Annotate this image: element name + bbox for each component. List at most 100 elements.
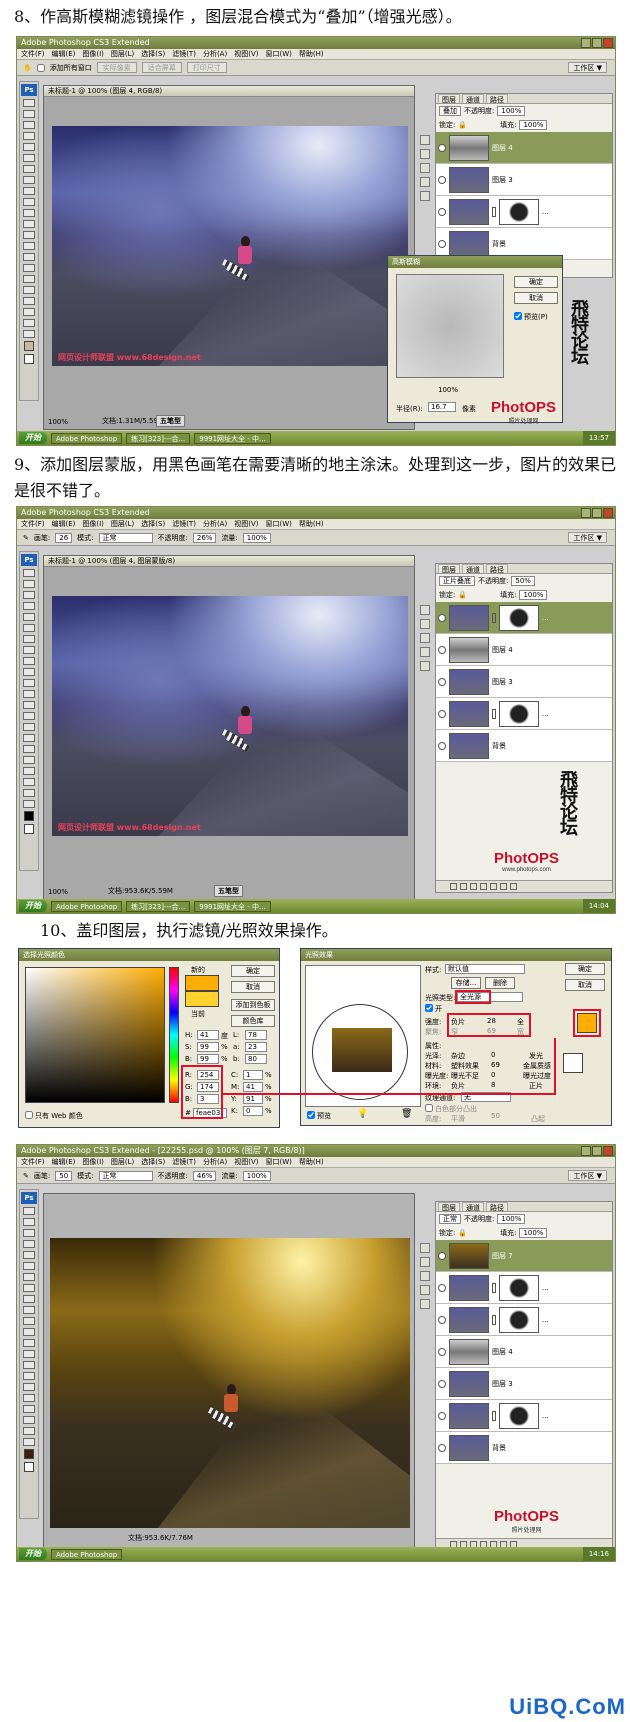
slice-tool-icon[interactable] (23, 154, 35, 162)
menu-file[interactable]: 文件(F) (21, 519, 45, 529)
doc-status[interactable]: 文档:953.6K/7.76M (128, 1533, 193, 1543)
magic-wand-tool-icon[interactable] (23, 602, 35, 610)
opacity-field[interactable]: 100% (497, 106, 526, 116)
b-input[interactable]: 99 (197, 1054, 219, 1064)
hand-tool-icon[interactable]: ✋ (23, 64, 32, 72)
foreground-color-swatch[interactable] (24, 811, 34, 821)
flow-field[interactable]: 100% (242, 532, 271, 543)
adjustment-icon[interactable] (480, 883, 487, 890)
move-tool-icon[interactable] (23, 1207, 35, 1215)
cancel-button[interactable]: 取消 (514, 292, 558, 304)
blend-mode-select[interactable]: 正常 (439, 1214, 461, 1224)
menu-filter[interactable]: 滤镜(T) (172, 1157, 196, 1167)
brush-tool-icon[interactable] (23, 1284, 35, 1292)
marquee-tool-icon[interactable] (23, 1218, 35, 1226)
eye-icon[interactable] (438, 677, 446, 686)
brushes-icon[interactable] (420, 1257, 430, 1267)
menu-analysis[interactable]: 分析(A) (203, 49, 227, 59)
eye-icon[interactable] (438, 645, 446, 654)
opacity-field[interactable]: 50% (511, 576, 535, 586)
healing-tool-icon[interactable] (23, 165, 35, 173)
tab-layers[interactable]: 图层 (438, 94, 460, 104)
path-select-tool-icon[interactable] (23, 275, 35, 283)
cancel-button[interactable]: 取消 (231, 981, 275, 993)
new-group-icon[interactable] (490, 883, 497, 890)
eye-icon[interactable] (438, 1315, 446, 1324)
ambience-value[interactable]: 8 (491, 1081, 495, 1089)
chain-icon[interactable] (492, 1314, 496, 1325)
shape-tool-icon[interactable] (23, 756, 35, 764)
menu-analysis[interactable]: 分析(A) (203, 1157, 227, 1167)
style-select[interactable]: 默认值 (445, 964, 525, 974)
layer-row[interactable]: 图层 4 (436, 1336, 612, 1368)
k-input[interactable]: 0 (243, 1106, 263, 1116)
menu-view[interactable]: 视图(V) (234, 49, 258, 59)
background-color-swatch[interactable] (24, 1462, 34, 1472)
menu-window[interactable]: 窗口(W) (265, 519, 291, 529)
lab-b-input[interactable]: 80 (245, 1054, 267, 1064)
print-size-button[interactable]: 打印尺寸 (186, 62, 227, 73)
flow-field[interactable]: 100% (242, 1170, 271, 1181)
brush-size[interactable]: 26 (55, 532, 73, 543)
eye-icon[interactable] (438, 1283, 446, 1292)
menu-edit[interactable]: 编辑(E) (52, 1157, 76, 1167)
eyedropper-tool-icon[interactable] (23, 308, 35, 316)
mode-select[interactable]: 正常 (98, 1170, 153, 1181)
delete-layer-icon[interactable] (510, 883, 517, 890)
workspace-menu[interactable]: 工作区 ▼ (568, 62, 607, 73)
lock-icon[interactable]: 🔒 (458, 121, 467, 129)
layer-row[interactable]: ... (436, 1272, 612, 1304)
menu-filter[interactable]: 滤镜(T) (172, 49, 196, 59)
menu-image[interactable]: 图像(I) (82, 49, 104, 59)
ok-button[interactable]: 确定 (565, 963, 605, 975)
lock-icon[interactable]: 🔒 (458, 1229, 467, 1237)
clone-source-icon[interactable] (420, 163, 430, 173)
menu-help[interactable]: 帮助(H) (299, 519, 324, 529)
eraser-tool-icon[interactable] (23, 1317, 35, 1325)
fill-field[interactable]: 100% (519, 120, 548, 130)
layer-row[interactable]: 背景 (436, 1432, 612, 1464)
maximize-button[interactable] (592, 38, 602, 48)
eraser-tool-icon[interactable] (23, 209, 35, 217)
exposure-value[interactable]: 0 (491, 1071, 495, 1079)
eye-icon[interactable] (438, 175, 446, 184)
lasso-tool-icon[interactable] (23, 1229, 35, 1237)
start-button[interactable]: 开始 (19, 900, 47, 912)
fill-field[interactable]: 100% (519, 590, 548, 600)
color-libraries-button[interactable]: 颜色库 (231, 1015, 275, 1027)
blur-tool-icon[interactable] (23, 701, 35, 709)
eye-icon[interactable] (438, 741, 446, 750)
y-input[interactable]: 91 (243, 1094, 263, 1104)
chain-icon[interactable] (492, 612, 496, 623)
notes-tool-icon[interactable] (23, 1405, 35, 1413)
zoom-tool-icon[interactable] (23, 1438, 35, 1446)
zoom-level[interactable]: 100% (48, 888, 68, 896)
pen-tool-icon[interactable] (23, 723, 35, 731)
opacity-field[interactable]: 26% (192, 532, 217, 543)
opacity-field[interactable]: 46% (192, 1170, 217, 1181)
tool-preset-icon[interactable] (420, 1243, 430, 1253)
shape-tool-icon[interactable] (23, 286, 35, 294)
path-select-tool-icon[interactable] (23, 1383, 35, 1391)
tab-paths[interactable]: 路径 (486, 564, 508, 574)
l-input[interactable]: 78 (245, 1030, 267, 1040)
hand-tool-icon[interactable] (23, 319, 35, 327)
lock-icon[interactable]: 🔒 (458, 591, 467, 599)
chain-icon[interactable] (492, 206, 496, 217)
dodge-tool-icon[interactable] (23, 712, 35, 720)
healing-tool-icon[interactable] (23, 635, 35, 643)
eye-icon[interactable] (438, 143, 446, 152)
menu-help[interactable]: 帮助(H) (299, 49, 324, 59)
taskbar-item[interactable]: 9991网址大全 - 中... (194, 900, 271, 912)
menu-image[interactable]: 图像(I) (82, 519, 104, 529)
delete-button[interactable]: 删除 (485, 977, 515, 989)
add-mask-icon[interactable] (470, 883, 477, 890)
maximize-button[interactable] (592, 508, 602, 518)
layer-row[interactable]: 图层 3 (436, 1368, 612, 1400)
eye-icon[interactable] (438, 613, 446, 622)
clone-source-icon[interactable] (420, 1271, 430, 1281)
layer-row[interactable]: ... (436, 698, 612, 730)
type-tool-icon[interactable] (23, 264, 35, 272)
magic-wand-tool-icon[interactable] (23, 1240, 35, 1248)
notes-tool-icon[interactable] (23, 297, 35, 305)
